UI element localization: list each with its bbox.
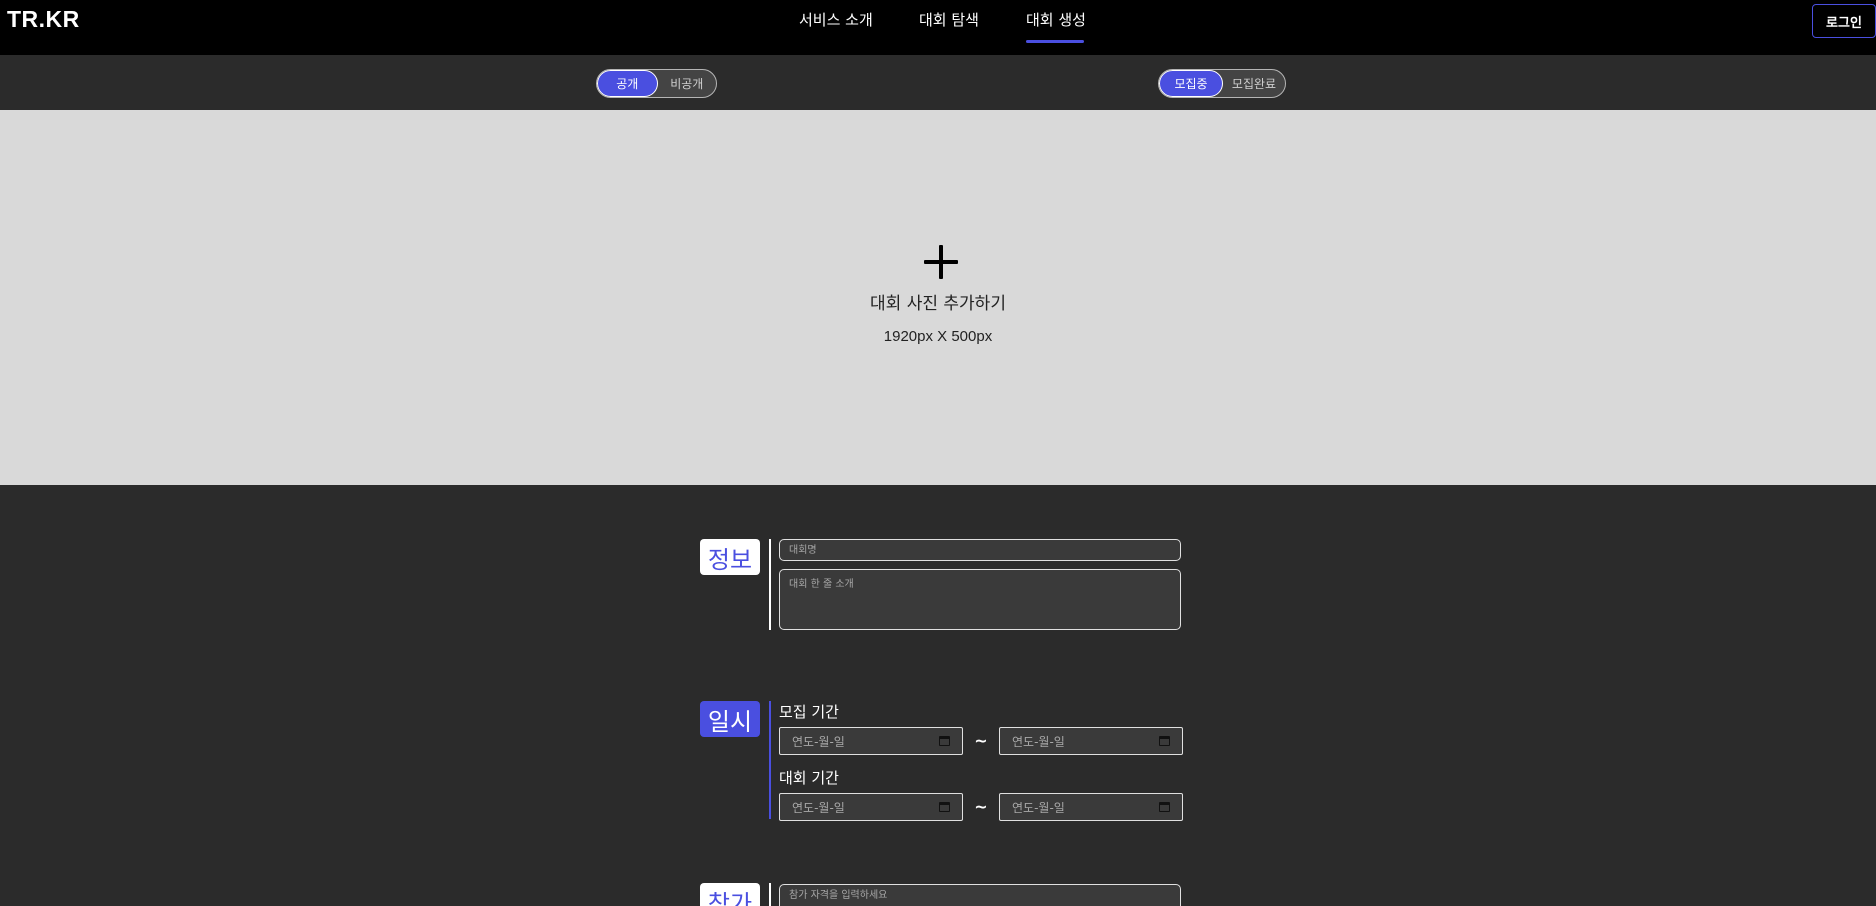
- date-placeholder: 연도-월-일: [792, 734, 845, 749]
- date-placeholder: 연도-월-일: [1012, 734, 1065, 749]
- nav-active-indicator: [1026, 40, 1084, 43]
- nav-create[interactable]: 대회 생성: [1026, 9, 1086, 30]
- plus-icon[interactable]: [924, 245, 958, 279]
- entry-section-divider: [769, 883, 771, 906]
- recruit-start-date[interactable]: 연도-월-일: [779, 727, 963, 755]
- option-bar: 공개 비공개 모집중 모집완료: [0, 55, 1876, 110]
- event-period-label: 대회 기간: [779, 769, 839, 787]
- recruit-period-label: 모집 기간: [779, 703, 839, 721]
- photo-size-hint: 1920px X 500px: [883, 328, 993, 345]
- recruit-end-date[interactable]: 연도-월-일: [999, 727, 1183, 755]
- private-option[interactable]: 비공개: [658, 70, 717, 97]
- recruit-closed-option[interactable]: 모집완료: [1223, 70, 1285, 97]
- date-placeholder: 연도-월-일: [1012, 800, 1065, 815]
- photo-upload-label: 대회 사진 추가하기: [870, 294, 1006, 314]
- top-header: TR.KR 서비스 소개 대회 탐색 대회 생성 로그인: [0, 0, 1876, 55]
- visibility-toggle[interactable]: 공개 비공개: [596, 69, 717, 98]
- entry-section-badge: 참가: [700, 883, 760, 906]
- recruit-status-toggle[interactable]: 모집중 모집완료: [1158, 69, 1286, 98]
- event-start-date[interactable]: 연도-월-일: [779, 793, 963, 821]
- info-section-badge: 정보: [700, 539, 760, 575]
- calendar-icon[interactable]: [939, 736, 950, 746]
- calendar-icon[interactable]: [1159, 802, 1170, 812]
- calendar-icon[interactable]: [1159, 736, 1170, 746]
- nav-service-intro[interactable]: 서비스 소개: [799, 9, 873, 30]
- schedule-section-badge: 일시: [700, 701, 760, 737]
- nav-explore[interactable]: 대회 탐색: [919, 9, 979, 30]
- info-section-divider: [769, 539, 771, 630]
- competition-intro-textarea[interactable]: 대회 한 줄 소개: [779, 569, 1181, 630]
- schedule-section-divider: [769, 701, 771, 819]
- date-placeholder: 연도-월-일: [792, 800, 845, 815]
- public-option[interactable]: 공개: [597, 70, 658, 97]
- login-button[interactable]: 로그인: [1812, 4, 1876, 38]
- qualification-input[interactable]: 참가 자격을 입력하세요: [779, 884, 1181, 906]
- competition-name-input[interactable]: 대회명: [779, 539, 1181, 561]
- date-range-separator: ~: [974, 797, 988, 816]
- calendar-icon[interactable]: [939, 802, 950, 812]
- recruiting-option[interactable]: 모집중: [1159, 70, 1223, 97]
- date-range-separator: ~: [974, 731, 988, 750]
- event-end-date[interactable]: 연도-월-일: [999, 793, 1183, 821]
- site-logo[interactable]: TR.KR: [7, 6, 80, 33]
